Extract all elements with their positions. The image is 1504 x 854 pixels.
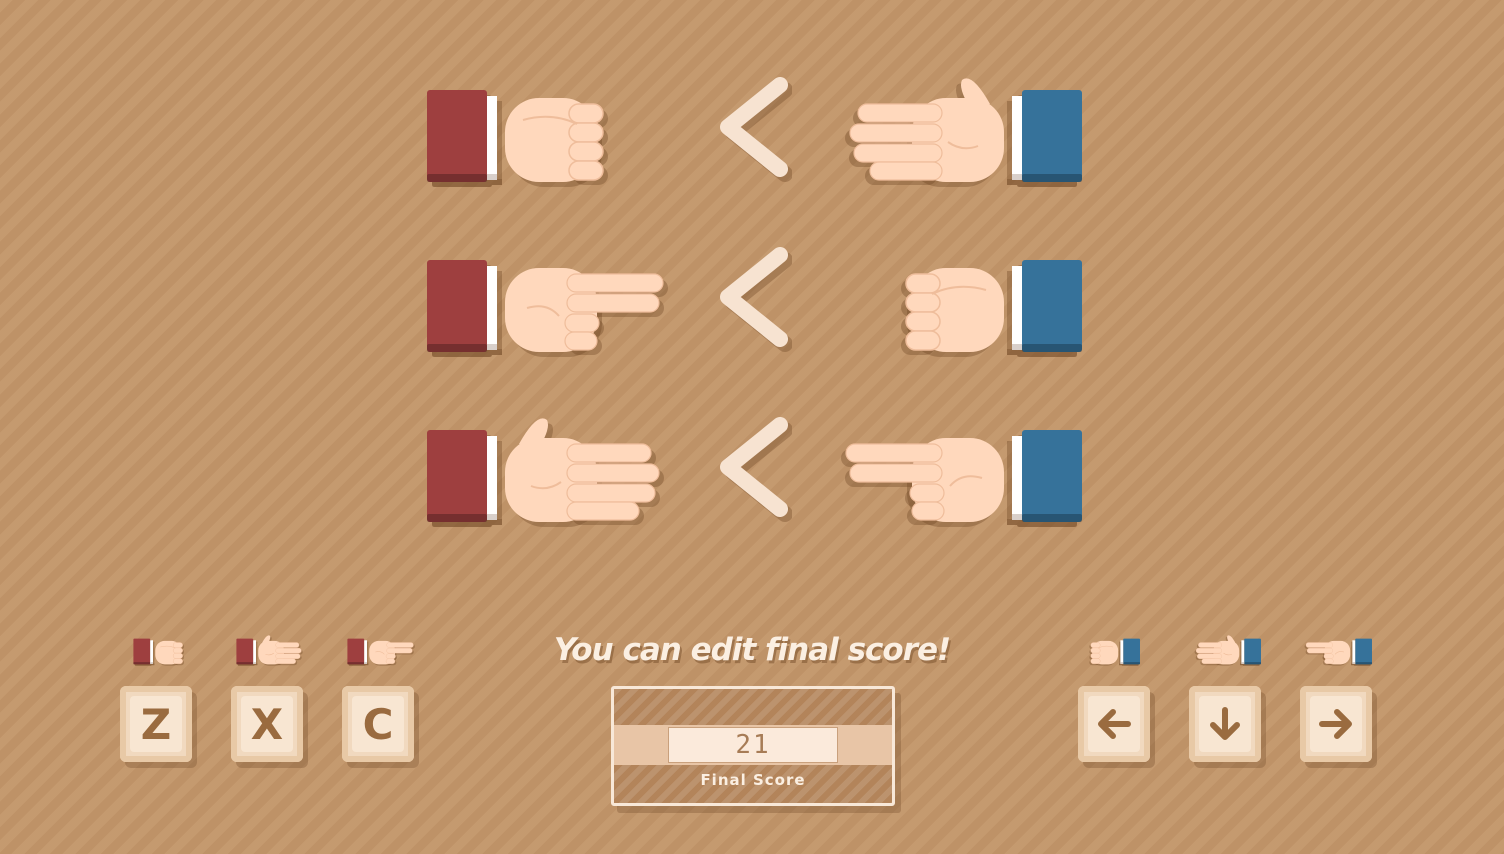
rule-3-blue-scissors-hand <box>841 430 1082 527</box>
less-than-sign <box>720 247 792 352</box>
arrow-left-icon <box>1098 709 1131 739</box>
key-x-button[interactable]: X <box>231 686 303 762</box>
arrow-down-icon <box>1210 707 1240 740</box>
blue-mini-rock-hand <box>1089 638 1140 666</box>
key-x-label: X <box>241 696 293 752</box>
red-mini-rock-hand <box>133 638 185 666</box>
key-z-button[interactable]: Z <box>120 686 192 762</box>
blue-mini-scissors-hand <box>1304 638 1372 666</box>
blue-mini-paper-hand <box>1194 635 1261 666</box>
final-score-input[interactable] <box>668 727 838 763</box>
key-z-label: Z <box>130 696 182 752</box>
rule-3-red-paper-hand <box>427 418 664 527</box>
key-c-button[interactable]: C <box>342 686 414 762</box>
rule-1-red-rock-hand <box>427 90 608 187</box>
less-than-sign <box>720 77 792 182</box>
rule-1-blue-paper-hand <box>845 78 1082 187</box>
key-left-arrow-button[interactable] <box>1078 686 1150 762</box>
final-score-label: Final Score <box>700 771 806 789</box>
red-mini-paper-hand <box>236 635 303 666</box>
less-than-sign <box>720 417 792 522</box>
final-score-panel: Final Score <box>611 686 895 806</box>
arrow-right-icon <box>1319 709 1352 739</box>
red-mini-scissors-hand <box>347 638 415 666</box>
rule-2-red-scissors-hand <box>427 260 668 357</box>
edit-score-hint: You can edit final score! <box>553 632 951 668</box>
key-c-label: C <box>352 696 404 752</box>
key-right-arrow-button[interactable] <box>1300 686 1372 762</box>
key-down-arrow-button[interactable] <box>1189 686 1261 762</box>
rule-2-blue-rock-hand <box>901 260 1082 357</box>
